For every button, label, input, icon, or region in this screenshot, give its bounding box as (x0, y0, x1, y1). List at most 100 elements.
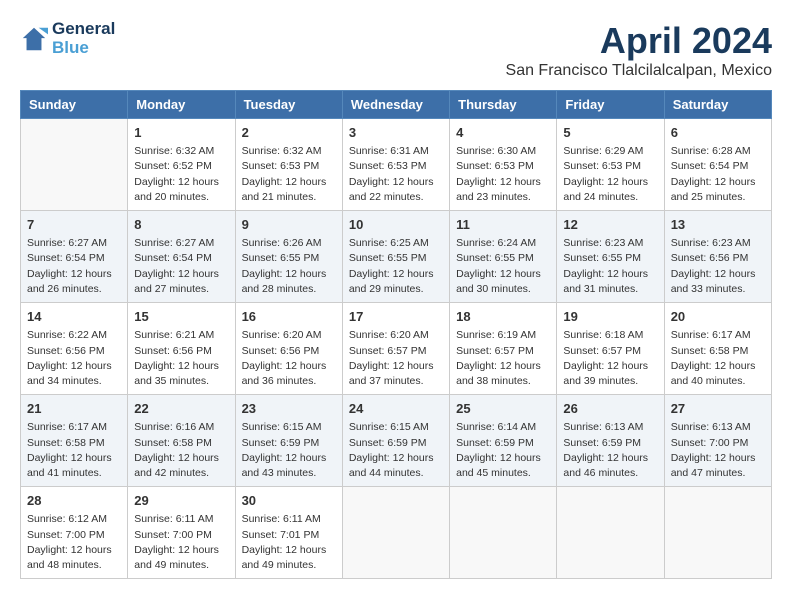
calendar-week-row: 7 Sunrise: 6:27 AMSunset: 6:54 PMDaylight… (21, 211, 772, 303)
day-info: Sunrise: 6:15 AMSunset: 6:59 PMDaylight:… (242, 420, 336, 481)
calendar-cell: 30 Sunrise: 6:11 AMSunset: 7:01 PMDayligh… (235, 487, 342, 579)
day-info: Sunrise: 6:16 AMSunset: 6:58 PMDaylight:… (134, 420, 228, 481)
day-number: 4 (456, 124, 550, 142)
weekday-header-thursday: Thursday (450, 91, 557, 119)
day-number: 29 (134, 492, 228, 510)
day-number: 17 (349, 308, 443, 326)
calendar-week-row: 21Sunrise: 6:17 AMSunset: 6:58 PMDayligh… (21, 395, 772, 487)
day-info: Sunrise: 6:32 AMSunset: 6:52 PMDaylight:… (134, 144, 228, 205)
day-number: 1 (134, 124, 228, 142)
logo-icon (20, 25, 48, 53)
month-title: April 2024 (506, 20, 772, 62)
calendar-cell (557, 487, 664, 579)
day-info: Sunrise: 6:20 AMSunset: 6:56 PMDaylight:… (242, 328, 336, 389)
calendar-cell: 14 Sunrise: 6:22 AMSunset: 6:56 PMDayligh… (21, 303, 128, 395)
calendar-cell: 27Sunrise: 6:13 AMSunset: 7:00 PMDayligh… (664, 395, 771, 487)
day-info: Sunrise: 6:23 AMSunset: 6:55 PMDaylight:… (563, 236, 657, 297)
calendar-cell: 18 Sunrise: 6:19 AMSunset: 6:57 PMDayligh… (450, 303, 557, 395)
day-number: 15 (134, 308, 228, 326)
weekday-header-friday: Friday (557, 91, 664, 119)
calendar-week-row: 14 Sunrise: 6:22 AMSunset: 6:56 PMDayligh… (21, 303, 772, 395)
day-number: 12 (563, 216, 657, 234)
day-info: Sunrise: 6:26 AMSunset: 6:55 PMDaylight:… (242, 236, 336, 297)
day-number: 9 (242, 216, 336, 234)
calendar-cell (21, 119, 128, 211)
calendar-cell: 20 Sunrise: 6:17 AMSunset: 6:58 PMDayligh… (664, 303, 771, 395)
day-number: 24 (349, 400, 443, 418)
day-number: 19 (563, 308, 657, 326)
day-info: Sunrise: 6:27 AMSunset: 6:54 PMDaylight:… (134, 236, 228, 297)
calendar-cell: 10 Sunrise: 6:25 AMSunset: 6:55 PMDayligh… (342, 211, 449, 303)
day-info: Sunrise: 6:22 AMSunset: 6:56 PMDaylight:… (27, 328, 121, 389)
calendar-cell: 23 Sunrise: 6:15 AMSunset: 6:59 PMDayligh… (235, 395, 342, 487)
day-number: 28 (27, 492, 121, 510)
day-info: Sunrise: 6:11 AMSunset: 7:00 PMDaylight:… (134, 512, 228, 573)
day-number: 7 (27, 216, 121, 234)
calendar-week-row: 28 Sunrise: 6:12 AMSunset: 7:00 PMDayligh… (21, 487, 772, 579)
day-number: 20 (671, 308, 765, 326)
calendar-cell (664, 487, 771, 579)
day-info: Sunrise: 6:28 AMSunset: 6:54 PMDaylight:… (671, 144, 765, 205)
calendar-body: 1 Sunrise: 6:32 AMSunset: 6:52 PMDaylight… (21, 119, 772, 579)
day-info: Sunrise: 6:17 AMSunset: 6:58 PMDaylight:… (27, 420, 121, 481)
calendar-cell: 28 Sunrise: 6:12 AMSunset: 7:00 PMDayligh… (21, 487, 128, 579)
day-number: 14 (27, 308, 121, 326)
day-info: Sunrise: 6:15 AMSunset: 6:59 PMDaylight:… (349, 420, 443, 481)
header: General Blue April 2024 San Francisco Tl… (20, 20, 772, 80)
calendar-cell: 21Sunrise: 6:17 AMSunset: 6:58 PMDayligh… (21, 395, 128, 487)
weekday-header-saturday: Saturday (664, 91, 771, 119)
calendar-cell (342, 487, 449, 579)
day-info: Sunrise: 6:29 AMSunset: 6:53 PMDaylight:… (563, 144, 657, 205)
calendar-cell: 4 Sunrise: 6:30 AMSunset: 6:53 PMDaylight… (450, 119, 557, 211)
calendar-cell: 15Sunrise: 6:21 AMSunset: 6:56 PMDayligh… (128, 303, 235, 395)
day-info: Sunrise: 6:19 AMSunset: 6:57 PMDaylight:… (456, 328, 550, 389)
logo: General Blue (20, 20, 115, 57)
calendar-cell: 2 Sunrise: 6:32 AMSunset: 6:53 PMDaylight… (235, 119, 342, 211)
calendar-table: SundayMondayTuesdayWednesdayThursdayFrid… (20, 90, 772, 579)
day-info: Sunrise: 6:32 AMSunset: 6:53 PMDaylight:… (242, 144, 336, 205)
day-info: Sunrise: 6:24 AMSunset: 6:55 PMDaylight:… (456, 236, 550, 297)
day-number: 18 (456, 308, 550, 326)
calendar-cell: 8 Sunrise: 6:27 AMSunset: 6:54 PMDaylight… (128, 211, 235, 303)
day-number: 5 (563, 124, 657, 142)
day-info: Sunrise: 6:11 AMSunset: 7:01 PMDaylight:… (242, 512, 336, 573)
day-info: Sunrise: 6:31 AMSunset: 6:53 PMDaylight:… (349, 144, 443, 205)
calendar-week-row: 1 Sunrise: 6:32 AMSunset: 6:52 PMDaylight… (21, 119, 772, 211)
day-info: Sunrise: 6:12 AMSunset: 7:00 PMDaylight:… (27, 512, 121, 573)
day-info: Sunrise: 6:17 AMSunset: 6:58 PMDaylight:… (671, 328, 765, 389)
weekday-header-row: SundayMondayTuesdayWednesdayThursdayFrid… (21, 91, 772, 119)
calendar-cell: 22 Sunrise: 6:16 AMSunset: 6:58 PMDayligh… (128, 395, 235, 487)
day-number: 2 (242, 124, 336, 142)
day-number: 23 (242, 400, 336, 418)
day-number: 8 (134, 216, 228, 234)
calendar-cell: 17Sunrise: 6:20 AMSunset: 6:57 PMDayligh… (342, 303, 449, 395)
day-number: 6 (671, 124, 765, 142)
day-number: 3 (349, 124, 443, 142)
calendar-cell: 19 Sunrise: 6:18 AMSunset: 6:57 PMDayligh… (557, 303, 664, 395)
day-info: Sunrise: 6:30 AMSunset: 6:53 PMDaylight:… (456, 144, 550, 205)
day-info: Sunrise: 6:13 AMSunset: 7:00 PMDaylight:… (671, 420, 765, 481)
day-info: Sunrise: 6:14 AMSunset: 6:59 PMDaylight:… (456, 420, 550, 481)
day-number: 11 (456, 216, 550, 234)
calendar-cell: 12 Sunrise: 6:23 AMSunset: 6:55 PMDayligh… (557, 211, 664, 303)
calendar-cell: 7 Sunrise: 6:27 AMSunset: 6:54 PMDaylight… (21, 211, 128, 303)
day-number: 30 (242, 492, 336, 510)
weekday-header-sunday: Sunday (21, 91, 128, 119)
calendar-cell: 1 Sunrise: 6:32 AMSunset: 6:52 PMDaylight… (128, 119, 235, 211)
logo-text-general: General (52, 20, 115, 39)
day-number: 16 (242, 308, 336, 326)
calendar-cell: 16 Sunrise: 6:20 AMSunset: 6:56 PMDayligh… (235, 303, 342, 395)
calendar-cell (450, 487, 557, 579)
logo-text-blue: Blue (52, 39, 115, 58)
day-number: 26 (563, 400, 657, 418)
title-section: April 2024 San Francisco Tlalcilalcalpan… (506, 20, 772, 80)
weekday-header-wednesday: Wednesday (342, 91, 449, 119)
day-info: Sunrise: 6:18 AMSunset: 6:57 PMDaylight:… (563, 328, 657, 389)
day-number: 10 (349, 216, 443, 234)
day-number: 22 (134, 400, 228, 418)
day-info: Sunrise: 6:25 AMSunset: 6:55 PMDaylight:… (349, 236, 443, 297)
weekday-header-monday: Monday (128, 91, 235, 119)
day-info: Sunrise: 6:23 AMSunset: 6:56 PMDaylight:… (671, 236, 765, 297)
calendar-cell: 6 Sunrise: 6:28 AMSunset: 6:54 PMDaylight… (664, 119, 771, 211)
day-info: Sunrise: 6:27 AMSunset: 6:54 PMDaylight:… (27, 236, 121, 297)
